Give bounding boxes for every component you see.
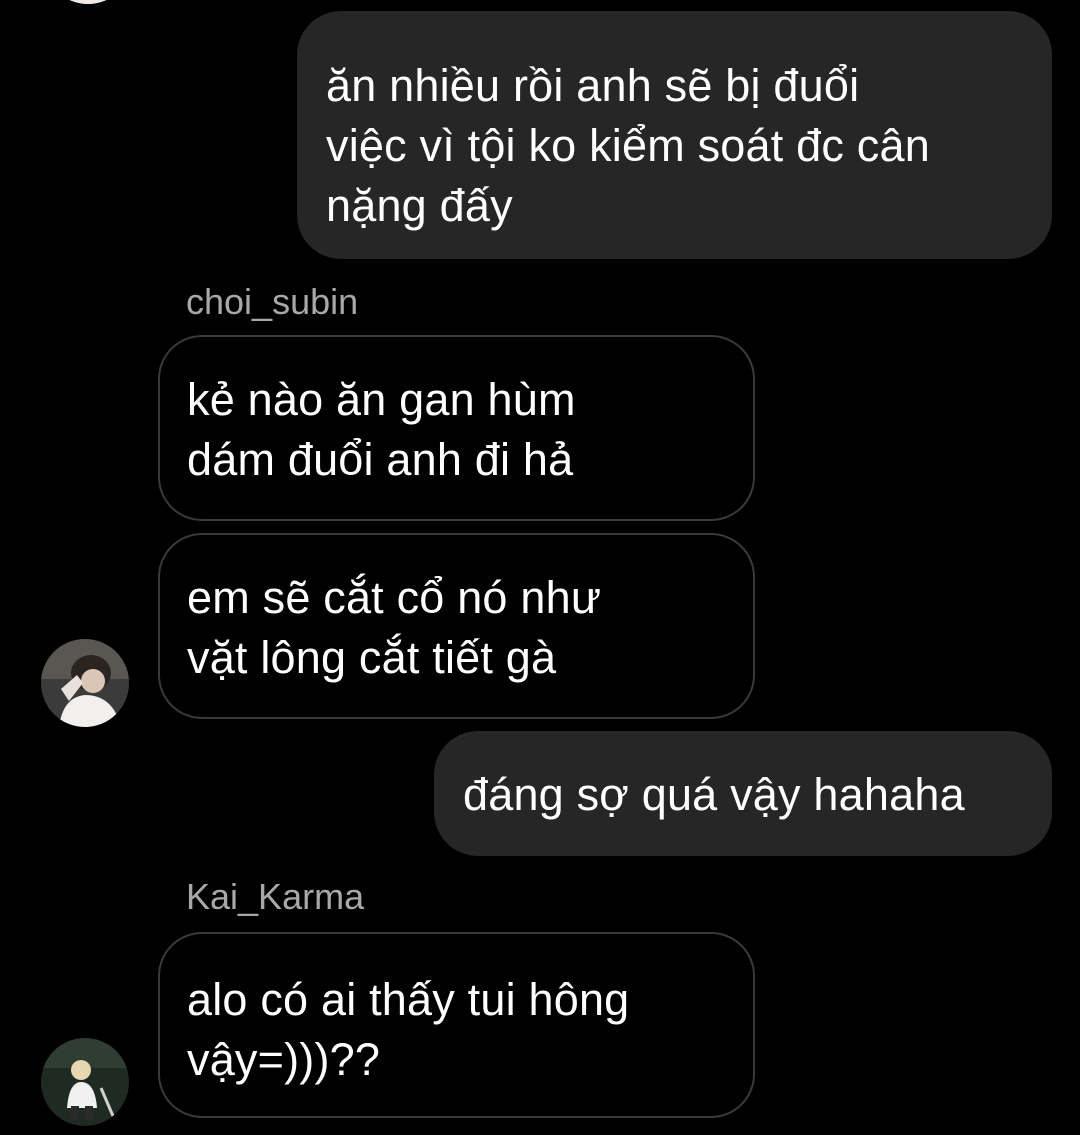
avatar-choi-subin[interactable]	[41, 639, 129, 727]
message-bubble-outgoing[interactable]: đáng sợ quá vậy hahaha	[434, 731, 1052, 856]
message-bubble-incoming[interactable]: em sẽ cắt cổ nó như vặt lông cắt tiết gà	[158, 533, 755, 719]
avatar-kai-karma[interactable]	[41, 1038, 129, 1126]
avatar-photo-icon	[41, 1038, 129, 1126]
message-bubble-incoming[interactable]: alo có ai thấy tui hông vậy=)))??	[158, 932, 755, 1118]
avatar-previous-sender[interactable]	[44, 0, 132, 4]
avatar-photo-icon	[41, 639, 129, 727]
message-bubble-incoming[interactable]: kẻ nào ăn gan hùm dám đuổi anh đi hả	[158, 335, 755, 521]
sender-name[interactable]: Kai_Karma	[186, 877, 364, 917]
message-bubble-outgoing[interactable]: ăn nhiều rồi anh sẽ bị đuổi việc vì tội …	[297, 11, 1052, 259]
avatar-photo-icon	[44, 0, 132, 4]
sender-name[interactable]: choi_subin	[186, 282, 358, 322]
